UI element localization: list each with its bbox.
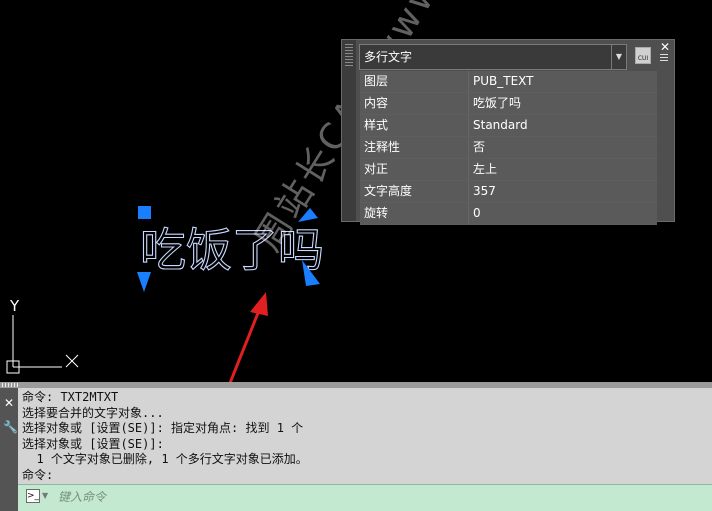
property-row-text-height[interactable]: 文字高度 357 <box>360 181 657 203</box>
property-value[interactable]: 357 <box>469 181 657 202</box>
property-row-style[interactable]: 样式 Standard <box>360 115 657 137</box>
property-value[interactable]: 0 <box>469 203 657 224</box>
property-key: 旋转 <box>360 203 469 224</box>
close-icon[interactable]: ✕ <box>4 396 14 410</box>
wrench-icon[interactable]: 🔧 <box>3 420 18 434</box>
annotation-arrow <box>226 292 268 389</box>
property-key: 注释性 <box>360 137 469 158</box>
property-row-annotative[interactable]: 注释性 否 <box>360 137 657 159</box>
property-key: 样式 <box>360 115 469 136</box>
command-input-bar[interactable]: >_ ▼ 键入命令 <box>18 484 712 511</box>
property-value[interactable]: Standard <box>469 115 657 136</box>
property-key: 文字高度 <box>360 181 469 202</box>
command-history: 命令: TXT2MTXT 选择要合并的文字对象... 选择对象或 [设置(SE)… <box>18 388 712 484</box>
property-key: 内容 <box>360 93 469 114</box>
menu-icon[interactable] <box>660 54 668 62</box>
mtext-grip-right-arrow[interactable] <box>300 258 322 288</box>
command-prompt-icon[interactable]: >_ <box>26 489 40 503</box>
ucs-y-label: Y <box>10 297 20 315</box>
property-row-rotation[interactable]: 旋转 0 <box>360 203 657 225</box>
mtext-grip-topleft[interactable] <box>138 206 151 219</box>
history-line: 选择对象或 [设置(SE)]: <box>22 436 164 451</box>
object-type-dropdown[interactable]: 多行文字 ▼ <box>359 44 627 70</box>
property-key: 图层 <box>360 71 469 92</box>
history-line: 选择对象或 [设置(SE)]: 指定对角点: 找到 1 个 <box>22 421 304 435</box>
property-row-layer[interactable]: 图层 PUB_TEXT <box>360 71 657 93</box>
history-line: 命令: TXT2MTXT <box>22 390 119 404</box>
command-input[interactable]: 键入命令 <box>58 488 106 505</box>
property-key: 对正 <box>360 159 469 180</box>
close-icon[interactable]: ✕ <box>660 40 670 54</box>
quick-properties-panel: 多行文字 ▼ CUI ✕ 图层 PUB_TEXT 内容 吃饭了吗 样式 Stan… <box>341 39 675 225</box>
chevron-down-icon[interactable]: ▼ <box>42 491 48 500</box>
cui-icon[interactable]: CUI <box>635 47 651 64</box>
property-value[interactable]: 吃饭了吗 <box>469 93 657 114</box>
property-value[interactable]: 否 <box>469 137 657 158</box>
mtext-grip-bottom-arrow[interactable] <box>135 270 153 294</box>
history-line: 选择要合并的文字对象... <box>22 405 164 420</box>
command-line-sidebar: ✕ 🔧 <box>0 388 18 511</box>
properties-table: 图层 PUB_TEXT 内容 吃饭了吗 样式 Standard 注释性 否 对正… <box>360 71 657 225</box>
panel-drag-handle[interactable] <box>342 40 356 221</box>
property-row-justify[interactable]: 对正 左上 <box>360 159 657 181</box>
object-type-value: 多行文字 <box>364 50 413 64</box>
property-row-contents[interactable]: 内容 吃饭了吗 <box>360 93 657 115</box>
ucs-icon: Y X <box>0 295 90 380</box>
property-value[interactable]: PUB_TEXT <box>469 71 657 92</box>
history-line: 1 个文字对象已删除, 1 个多行文字对象已添加。 <box>22 452 308 466</box>
chevron-down-icon[interactable]: ▼ <box>611 45 626 69</box>
property-value[interactable]: 左上 <box>469 159 657 180</box>
history-line: 命令: <box>22 467 54 482</box>
